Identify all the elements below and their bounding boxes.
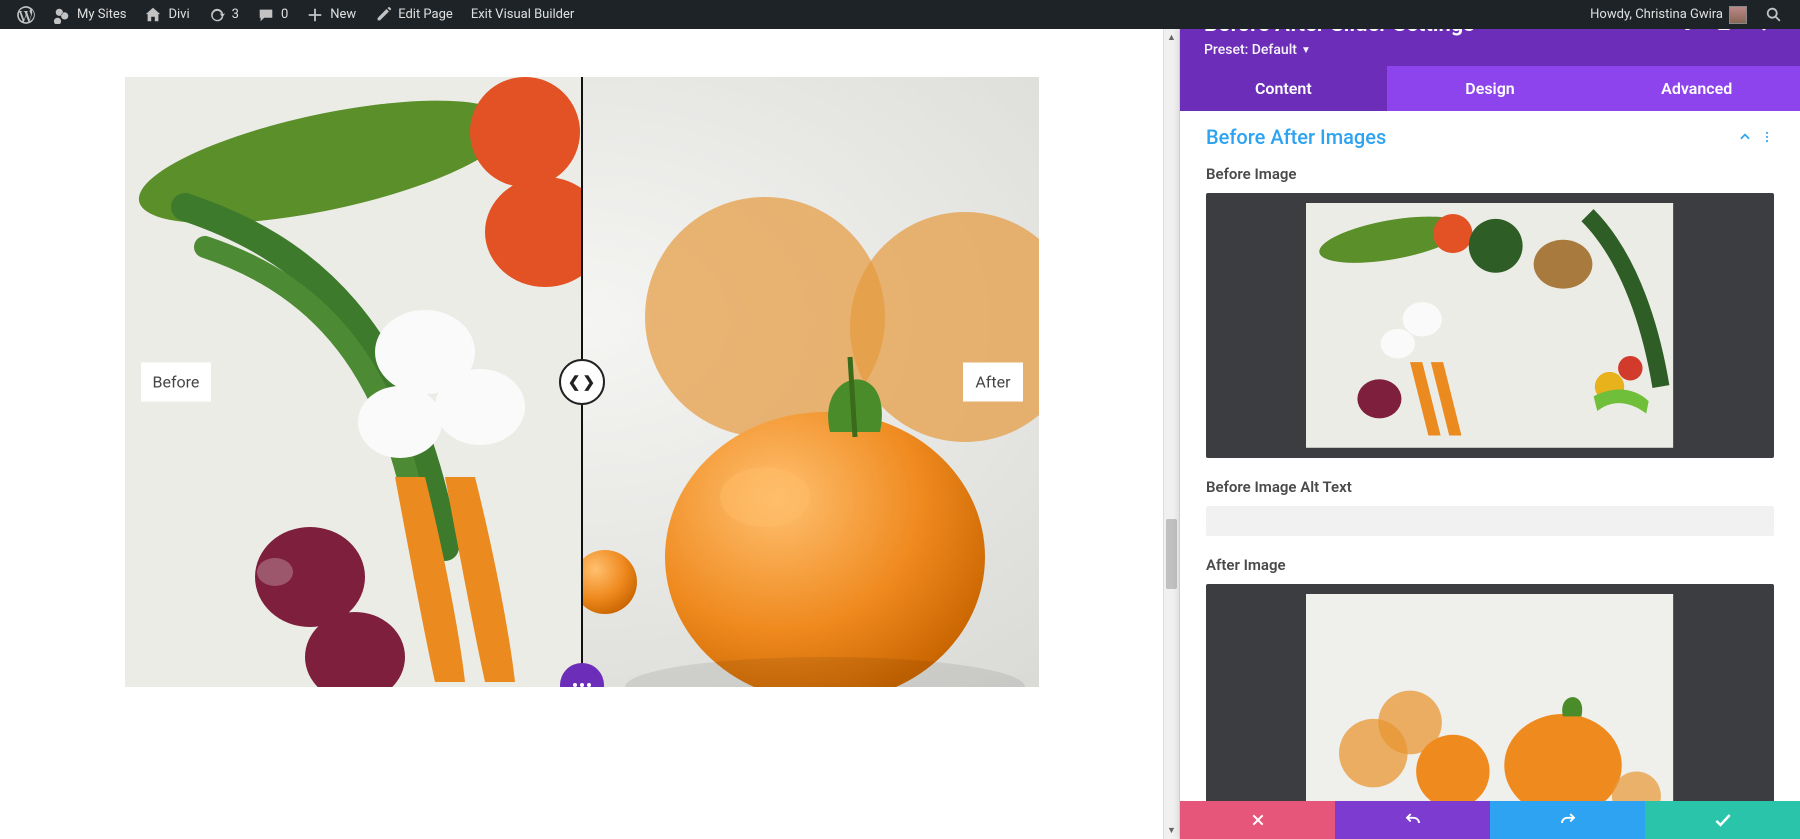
undo-button[interactable]: [1335, 801, 1490, 839]
after-image-picker[interactable]: [1206, 584, 1774, 801]
scroll-up-icon[interactable]: ▲: [1164, 29, 1179, 46]
preset-label: Preset: Default: [1204, 42, 1297, 58]
before-alt-field: Before Image Alt Text: [1180, 472, 1800, 550]
greeting-text: Howdy, Christina Gwira: [1590, 7, 1723, 22]
before-alt-input[interactable]: [1206, 506, 1774, 536]
before-alt-label: Before Image Alt Text: [1206, 478, 1774, 496]
section-before-after-images[interactable]: Before After Images: [1180, 111, 1800, 159]
page-scrollbar[interactable]: ▲ ▼: [1163, 29, 1180, 839]
updates-icon: [208, 6, 226, 24]
chevron-down-icon: ▼: [1301, 45, 1311, 56]
exit-visual-builder-link[interactable]: Exit Visual Builder: [462, 0, 583, 29]
before-image-picker[interactable]: [1206, 193, 1774, 458]
scroll-down-icon[interactable]: ▼: [1164, 822, 1179, 839]
section-menu-button[interactable]: [1756, 130, 1778, 144]
search-icon: [1765, 6, 1783, 24]
after-image-label: After Image: [1206, 556, 1774, 574]
home-icon: [144, 6, 162, 24]
updates-menu[interactable]: 3: [199, 0, 248, 29]
after-label: After: [963, 363, 1022, 402]
edit-page-link[interactable]: Edit Page: [365, 0, 462, 29]
my-sites-label: My Sites: [77, 7, 126, 22]
plus-icon: [306, 6, 324, 24]
multisite-icon: [53, 6, 71, 24]
edit-page-label: Edit Page: [398, 7, 453, 22]
search-toggle[interactable]: [1756, 0, 1792, 29]
slider-handle[interactable]: ❮ ❯: [559, 359, 605, 405]
redo-icon: [1559, 811, 1577, 829]
new-content-menu[interactable]: New: [297, 0, 365, 29]
scroll-thumb[interactable]: [1166, 519, 1177, 589]
close-icon: [1250, 812, 1266, 828]
updates-count: 3: [232, 7, 239, 22]
redo-button[interactable]: [1490, 801, 1645, 839]
tab-advanced[interactable]: Advanced: [1593, 66, 1800, 111]
site-name-label: Divi: [168, 7, 189, 22]
chevron-left-icon: ❮: [568, 373, 581, 391]
comments-icon: [257, 6, 275, 24]
before-image-field: Before Image: [1180, 159, 1800, 472]
page-canvas: ❮ ❯ Before After: [0, 29, 1163, 839]
panel-footer: [1180, 801, 1800, 839]
check-icon: [1713, 810, 1733, 830]
before-image-label: Before Image: [1206, 165, 1774, 183]
my-sites-menu[interactable]: My Sites: [44, 0, 135, 29]
section-title: Before After Images: [1206, 125, 1386, 149]
avatar: [1729, 6, 1747, 24]
wp-admin-bar: My Sites Divi 3 0 New Edit Page Exit Vis…: [0, 0, 1800, 29]
pencil-icon: [374, 6, 392, 24]
tab-content[interactable]: Content: [1180, 66, 1387, 111]
exit-visual-builder-label: Exit Visual Builder: [471, 7, 574, 22]
wp-logo[interactable]: [8, 0, 44, 29]
tab-design[interactable]: Design: [1387, 66, 1594, 111]
preset-dropdown[interactable]: Preset: Default ▼: [1204, 42, 1778, 58]
after-image-field: After Image: [1180, 550, 1800, 801]
site-menu[interactable]: Divi: [135, 0, 198, 29]
comments-count: 0: [281, 7, 288, 22]
save-button[interactable]: [1645, 801, 1800, 839]
before-after-slider-module[interactable]: ❮ ❯ Before After: [125, 77, 1039, 687]
undo-icon: [1404, 811, 1422, 829]
close-button[interactable]: [1180, 801, 1335, 839]
user-greeting[interactable]: Howdy, Christina Gwira: [1581, 0, 1756, 29]
chevron-up-icon: [1738, 130, 1752, 144]
settings-panel: Before After Slider Settings Preset: Def…: [1180, 0, 1800, 839]
panel-tabs: Content Design Advanced: [1180, 66, 1800, 111]
comments-menu[interactable]: 0: [248, 0, 297, 29]
chevron-right-icon: ❯: [583, 373, 596, 391]
section-collapse-button[interactable]: [1734, 130, 1756, 144]
panel-body: Before After Images Before Image: [1180, 111, 1800, 801]
kebab-icon: [1760, 130, 1774, 144]
wordpress-icon: [17, 6, 35, 24]
before-label: Before: [141, 363, 212, 402]
dots-icon: [573, 683, 577, 687]
new-label: New: [330, 7, 356, 22]
